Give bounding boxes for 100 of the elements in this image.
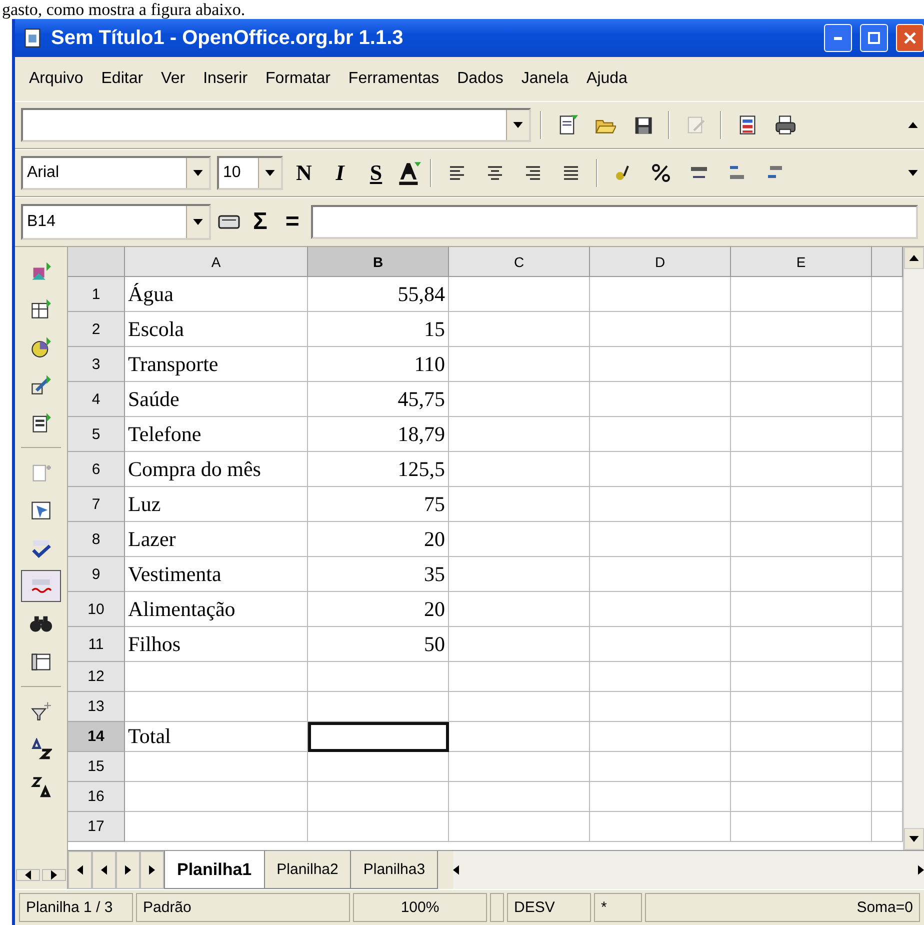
row-header[interactable]: 13 xyxy=(68,692,125,722)
horizontal-scrollbar[interactable] xyxy=(453,851,924,889)
column-header[interactable]: A xyxy=(125,247,308,277)
bold-button[interactable]: N xyxy=(289,160,319,186)
status-field: Padrão xyxy=(136,893,350,922)
row-header[interactable]: 14 xyxy=(68,722,125,752)
row-header[interactable]: 5 xyxy=(68,417,125,452)
row-header[interactable]: 10 xyxy=(68,592,125,627)
url-field[interactable] xyxy=(21,108,531,142)
sum-button[interactable]: Σ xyxy=(247,208,274,236)
pencil-icon xyxy=(30,374,52,396)
sidebar-tool-button[interactable] xyxy=(21,570,61,602)
table-cell: Água xyxy=(125,277,308,312)
minimize-button[interactable] xyxy=(824,24,852,52)
table-cell: Transporte xyxy=(125,347,308,382)
table-cell: Vestimenta xyxy=(125,557,308,592)
row-header[interactable]: 3 xyxy=(68,347,125,382)
column-header[interactable]: C xyxy=(449,247,590,277)
menu-item[interactable]: Ferramentas xyxy=(340,68,448,90)
row-header[interactable]: 9 xyxy=(68,557,125,592)
function-button[interactable]: = xyxy=(279,208,306,236)
close-icon xyxy=(904,32,916,44)
table-cell: Compra do mês xyxy=(125,452,308,487)
table-cell: 75 xyxy=(308,487,449,522)
row-header[interactable]: 2 xyxy=(68,312,125,347)
status-field: Planilha 1 / 3 xyxy=(19,893,133,922)
font-size-field[interactable]: 10 xyxy=(217,156,283,190)
caption-text: gasto, como mostra a figura abaixo. xyxy=(1,0,246,19)
column-header[interactable]: B xyxy=(308,247,449,277)
column-header[interactable]: E xyxy=(731,247,872,277)
menu-item[interactable]: Editar xyxy=(93,68,152,90)
sheet-tab[interactable]: Planilha1 xyxy=(164,851,265,889)
underline-button[interactable]: S xyxy=(361,160,391,186)
caret-icon xyxy=(193,219,203,225)
caret-icon xyxy=(193,170,203,176)
scroll-down-icon xyxy=(908,170,918,176)
menu-item[interactable]: Ver xyxy=(153,68,194,90)
table-cell: Total xyxy=(125,722,308,752)
table-cell: 50 xyxy=(308,627,449,662)
scroll-right-button[interactable] xyxy=(42,869,66,881)
maximize-icon xyxy=(868,32,880,44)
scroll-left-icon xyxy=(453,865,460,875)
row-header[interactable]: 6 xyxy=(68,452,125,487)
table-cell: Alimentação xyxy=(125,592,308,627)
status-field: 100% xyxy=(353,893,487,922)
row-header[interactable]: 1 xyxy=(68,277,125,312)
status-field xyxy=(490,893,504,922)
menu-item[interactable]: Inserir xyxy=(195,68,256,90)
scroll-down-icon xyxy=(909,836,919,842)
row-header[interactable]: 8 xyxy=(68,522,125,557)
data-table-icon xyxy=(30,651,52,673)
row-header[interactable]: 7 xyxy=(68,487,125,522)
last-sheet-button[interactable] xyxy=(140,851,164,889)
sort-ascending-icon xyxy=(30,738,52,760)
table-cell: 15 xyxy=(308,312,449,347)
previous-icon xyxy=(101,865,107,875)
sheet-tab[interactable]: Planilha3 xyxy=(350,851,438,889)
menu-item[interactable]: Ajuda xyxy=(578,68,636,90)
close-button[interactable] xyxy=(896,24,924,52)
row-header[interactable]: 17 xyxy=(68,812,125,842)
font-name-field[interactable]: Arial xyxy=(21,156,211,190)
table-cell: Lazer xyxy=(125,522,308,557)
first-sheet-button[interactable] xyxy=(68,851,92,889)
scroll-left-button[interactable] xyxy=(16,869,40,881)
table-cell: Luz xyxy=(125,487,308,522)
vertical-scrollbar[interactable] xyxy=(903,247,924,850)
table-cell: 18,79 xyxy=(308,417,449,452)
caret-icon xyxy=(265,170,275,176)
menu-item[interactable]: Arquivo xyxy=(21,68,92,90)
column-header[interactable]: D xyxy=(590,247,731,277)
filter-icon xyxy=(30,700,52,722)
cell-reference-field[interactable]: B14 xyxy=(21,204,211,240)
maximize-button[interactable] xyxy=(860,24,888,52)
last-icon xyxy=(149,865,155,875)
formula-input-field[interactable] xyxy=(311,205,918,239)
function-wizard-icon[interactable] xyxy=(217,214,241,230)
row-header[interactable]: 16 xyxy=(68,782,125,812)
font-color-icon[interactable] xyxy=(397,161,421,185)
menu-item[interactable]: Formatar xyxy=(258,68,338,90)
table-icon xyxy=(30,298,52,320)
next-icon xyxy=(125,865,131,875)
table-cell: Saúde xyxy=(125,382,308,417)
table-cell: 35 xyxy=(308,557,449,592)
status-field: * xyxy=(594,893,642,922)
left-icon xyxy=(25,870,31,880)
navigator-icon xyxy=(30,499,52,521)
menu-item[interactable]: Dados xyxy=(449,68,512,90)
row-header[interactable]: 4 xyxy=(68,382,125,417)
previous-sheet-button[interactable] xyxy=(92,851,116,889)
italic-button[interactable]: I xyxy=(325,160,355,186)
menu-item[interactable]: Janela xyxy=(513,68,577,90)
table-cell: 20 xyxy=(308,522,449,557)
first-icon xyxy=(77,865,83,875)
row-header[interactable]: 11 xyxy=(68,627,125,662)
window-title: Sem Título1 - OpenOffice.org.br 1.1.3 xyxy=(51,26,404,50)
row-header[interactable]: 12 xyxy=(68,662,125,692)
row-header[interactable]: 15 xyxy=(68,752,125,782)
scroll-up-icon xyxy=(908,122,918,128)
status-field: Soma=0 xyxy=(645,893,920,922)
next-sheet-button[interactable] xyxy=(116,851,140,889)
